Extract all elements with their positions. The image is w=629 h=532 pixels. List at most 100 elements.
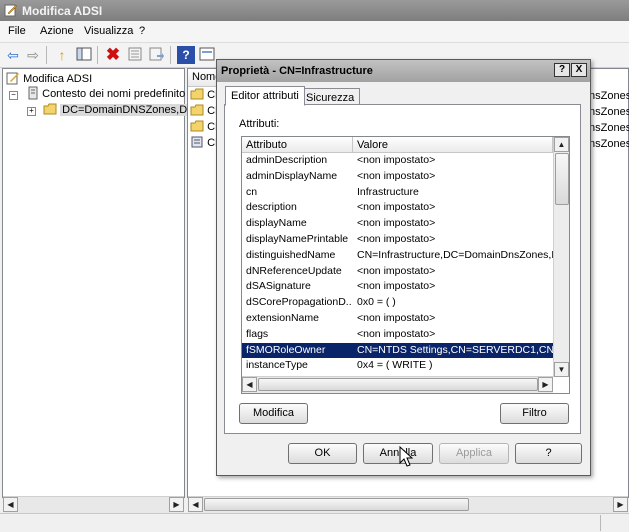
table-row[interactable]: extensionName <non impostato> [242, 311, 553, 327]
help-caption-button[interactable]: ? [554, 63, 570, 77]
attribute-value: <non impostato> [357, 217, 436, 230]
column-header-attributo[interactable]: Attributo [242, 137, 353, 153]
menu-visualizza[interactable]: Visualizza [84, 25, 133, 37]
ok-button[interactable]: OK [288, 443, 357, 464]
scroll-right-icon[interactable]: ▶ [613, 497, 628, 512]
attributes-table[interactable]: Attributo Valore adminDescription <non im… [241, 136, 570, 394]
tree-pane[interactable]: Modifica ADSI − Contesto dei nomi predef… [2, 68, 204, 513]
delete-icon[interactable]: ✖ [104, 46, 122, 64]
folder-icon [190, 104, 204, 116]
status-divider [600, 515, 601, 531]
mouse-cursor-icon [399, 446, 413, 467]
attributes-hscrollbar[interactable]: ◀ ▶ [242, 376, 553, 393]
scroll-down-icon[interactable]: ▼ [554, 362, 569, 377]
collapse-icon[interactable]: − [9, 91, 18, 100]
table-row[interactable]: adminDescription <non impostato> [242, 153, 553, 169]
attributes-vscrollbar[interactable]: ▲ ▼ [553, 137, 569, 377]
attribute-name: dSCorePropagationD... [246, 296, 352, 309]
dialog-title: Proprietà - CN=Infrastructure [221, 65, 373, 77]
table-row[interactable]: fSMORoleOwner CN=NTDS Settings,CN=SERVERD… [242, 342, 553, 359]
attribute-value: <non impostato> [357, 264, 436, 277]
scroll-left-icon[interactable]: ◀ [3, 497, 18, 512]
attribute-name: description [246, 201, 297, 214]
modify-button[interactable]: Modifica [239, 403, 308, 424]
table-row[interactable]: adminDisplayName <non impostato> [242, 169, 553, 185]
filter-button[interactable]: Filtro [500, 403, 569, 424]
scroll-up-icon[interactable]: ▲ [554, 137, 569, 152]
scroll-thumb[interactable] [204, 498, 469, 511]
tab-editor-attributi[interactable]: Editor attributi [225, 86, 305, 106]
folder-icon [190, 88, 204, 100]
toolbar-separator [46, 46, 47, 64]
table-row[interactable]: instanceType 0x4 = ( WRITE ) [242, 358, 553, 374]
export-list-icon[interactable] [147, 46, 165, 64]
scroll-thumb[interactable] [555, 153, 569, 205]
attribute-value: CN=NTDS Settings,CN=SERVERDC1,CN=S [357, 343, 553, 356]
table-row[interactable]: displayName <non impostato> [242, 216, 553, 232]
attribute-name: dNReferenceUpdate [246, 264, 342, 277]
list-value: nsZones, [589, 90, 629, 102]
table-row[interactable]: cn Infrastructure [242, 185, 553, 201]
attribute-name: instanceType [246, 359, 308, 372]
scroll-right-icon[interactable]: ▶ [169, 497, 184, 512]
table-row[interactable]: dSCorePropagationD... 0x0 = ( ) [242, 295, 553, 311]
tree-item-domaindnszones[interactable]: + DC=DomainDNSZones,DC= [27, 102, 204, 118]
tree-context-label: Contesto dei nomi predefinito [S [42, 88, 199, 100]
show-hide-tree-icon[interactable] [75, 46, 93, 64]
cancel-button[interactable]: Annulla [363, 443, 433, 464]
menu-file[interactable]: File [8, 25, 26, 37]
up-folder-icon[interactable]: ↑ [53, 46, 71, 64]
attribute-value: Infrastructure [357, 185, 419, 198]
scroll-left-icon[interactable]: ◀ [188, 497, 203, 512]
attribute-name: dSASignature [246, 280, 311, 293]
main-title-bar: Modifica ADSI [0, 0, 629, 21]
attributes-rows: adminDescription <non impostato> adminDisp… [242, 153, 553, 375]
expand-icon[interactable]: + [27, 107, 36, 116]
toolbar-separator [170, 46, 171, 64]
tree-item-context[interactable]: − Contesto dei nomi predefinito [S [9, 86, 199, 102]
table-row[interactable]: dSASignature <non impostato> [242, 279, 553, 295]
table-row[interactable]: flags <non impostato> [242, 327, 553, 343]
close-icon[interactable]: X [571, 63, 587, 77]
attribute-value: CN=Infrastructure,DC=DomainDnsZones,DC [357, 248, 553, 261]
list-hscrollbar[interactable]: ◀ ▶ [188, 496, 628, 513]
scroll-right-icon[interactable]: ▶ [538, 377, 553, 392]
table-row[interactable]: dNReferenceUpdate <non impostato> [242, 264, 553, 280]
tree-root[interactable]: Modifica ADSI [6, 71, 92, 87]
attribute-name: displayName [246, 217, 307, 230]
back-arrow-icon[interactable]: ⇦ [4, 46, 22, 64]
adsi-edit-icon [6, 72, 19, 85]
scroll-left-icon[interactable]: ◀ [242, 377, 257, 392]
attribute-value: <non impostato> [357, 169, 436, 182]
console-tree-icon[interactable] [198, 46, 216, 64]
server-icon [28, 86, 38, 100]
main-title: Modifica ADSI [22, 4, 103, 18]
menu-help[interactable]: ? [139, 25, 145, 37]
list-value: nsZones, [589, 122, 629, 134]
menu-azione[interactable]: Azione [40, 25, 74, 37]
properties-icon[interactable] [126, 46, 144, 64]
dialog-title-bar[interactable]: Proprietà - CN=Infrastructure ? X [217, 60, 590, 82]
attributes-label: Attributi: [239, 118, 280, 130]
attribute-value: <non impostato> [357, 327, 436, 340]
table-row[interactable]: description <non impostato> [242, 200, 553, 216]
table-row[interactable]: distinguishedName CN=Infrastructure,DC=Do… [242, 248, 553, 264]
help-icon[interactable]: ? [177, 46, 195, 64]
tree-hscrollbar[interactable]: ◀ ▶ [3, 496, 184, 513]
properties-dialog: Proprietà - CN=Infrastructure ? X Editor… [216, 59, 591, 476]
attribute-value: <non impostato> [357, 280, 436, 293]
list-value: nsZones, [589, 138, 629, 150]
table-row[interactable]: displayNamePrintable <non impostato> [242, 232, 553, 248]
apply-button[interactable]: Applica [439, 443, 509, 464]
list-right-values: nsZones, nsZones, nsZones, nsZones, [589, 88, 629, 152]
attribute-name: adminDisplayName [246, 169, 338, 182]
attribute-value: 0x4 = ( WRITE ) [357, 359, 433, 372]
scroll-thumb[interactable] [258, 378, 538, 391]
column-header-valore[interactable]: Valore [353, 137, 553, 153]
attribute-name: cn [246, 185, 258, 198]
tree-root-label: Modifica ADSI [23, 73, 93, 85]
attribute-value: <non impostato> [357, 312, 436, 324]
forward-arrow-icon[interactable]: ⇨ [24, 46, 42, 64]
help-button[interactable]: ? [515, 443, 582, 464]
container-icon [191, 136, 203, 148]
